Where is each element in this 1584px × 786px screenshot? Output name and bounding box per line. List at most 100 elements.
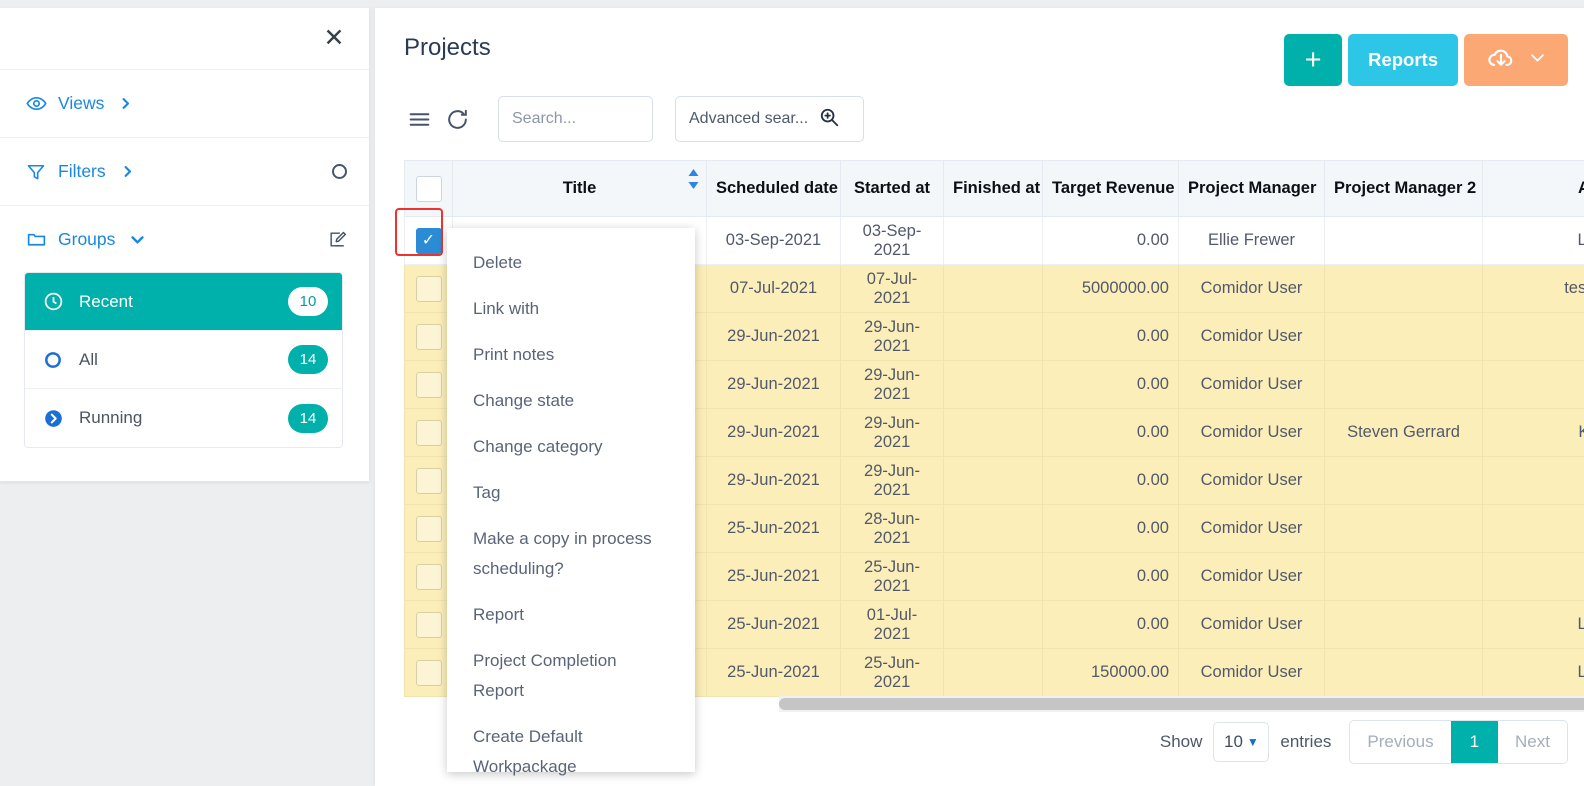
row-ac[interactable]: Ko	[1482, 408, 1584, 457]
row-select-cell[interactable]	[404, 360, 463, 409]
row-select-cell[interactable]	[404, 408, 463, 457]
previous-page-button[interactable]: Previous	[1350, 721, 1450, 763]
column-label: Title	[562, 179, 597, 197]
sidebar-section-filters[interactable]: Filters	[0, 138, 369, 206]
row-checkbox[interactable]	[415, 275, 442, 302]
circle-icon	[332, 164, 347, 179]
close-icon[interactable]: ✕	[321, 26, 347, 52]
row-select-cell[interactable]	[404, 552, 463, 601]
row-checkbox[interactable]	[415, 515, 442, 542]
row-project-manager-2	[1324, 360, 1483, 409]
row-project-manager-2	[1324, 600, 1483, 649]
sidebar-item-label: All	[79, 349, 98, 369]
select-all-checkbox[interactable]	[415, 175, 442, 202]
chevron-right-icon[interactable]	[118, 96, 133, 111]
row-select-cell[interactable]	[404, 312, 463, 361]
edit-groups-button[interactable]	[328, 230, 347, 249]
export-button[interactable]	[1464, 34, 1568, 86]
context-menu-item[interactable]: Make a copy in process scheduling?	[447, 516, 695, 592]
column-header-project-manager-2[interactable]: Project Manager 2	[1324, 160, 1483, 217]
row-project-manager-2	[1324, 648, 1483, 697]
row-scheduled-date: 29-Jun-2021	[706, 456, 841, 505]
horizontal-scrollbar[interactable]	[779, 696, 1584, 712]
row-select-cell[interactable]	[404, 264, 463, 313]
row-ac[interactable]: Lla	[1482, 600, 1584, 649]
context-menu-item[interactable]: Change category	[447, 424, 695, 470]
row-project-manager-2	[1324, 216, 1483, 265]
row-select-cell[interactable]	[404, 504, 463, 553]
row-checkbox[interactable]	[415, 371, 442, 398]
add-button[interactable]: +	[1284, 34, 1343, 86]
page-1-button[interactable]: 1	[1450, 721, 1499, 763]
column-header-ac[interactable]: Ac	[1482, 160, 1584, 217]
column-header-finished-at[interactable]: Finished at	[943, 160, 1043, 217]
count-badge: 10	[288, 287, 328, 316]
row-ac[interactable]	[1482, 552, 1584, 601]
search-box[interactable]	[498, 96, 740, 142]
row-ac[interactable]	[1482, 360, 1584, 409]
column-header-scheduled-date[interactable]: Scheduled date	[706, 160, 841, 217]
row-scheduled-date: 25-Jun-2021	[706, 648, 841, 697]
context-menu-item[interactable]: Delete	[447, 240, 695, 286]
row-project-manager-2: Steven Gerrard	[1324, 408, 1483, 457]
sidebar-item-recent[interactable]: Recent 10	[25, 273, 342, 331]
advanced-search-button[interactable]: Advanced sear...	[675, 96, 865, 142]
row-target-revenue: 0.00	[1042, 552, 1179, 601]
row-checkbox[interactable]	[415, 611, 442, 638]
row-checkbox[interactable]: ✓	[415, 227, 442, 254]
context-menu-item[interactable]: Print notes	[447, 332, 695, 378]
column-header-project-manager[interactable]: Project Manager	[1178, 160, 1325, 217]
column-header-select-all[interactable]	[404, 160, 453, 217]
row-target-revenue: 0.00	[1042, 600, 1179, 649]
chevron-down-icon[interactable]	[129, 231, 146, 248]
refresh-icon[interactable]	[442, 104, 472, 134]
row-ac[interactable]: Lla	[1482, 648, 1584, 697]
sidebar-section-label: Groups	[58, 228, 116, 249]
row-checkbox[interactable]	[415, 659, 442, 686]
page-title: Projects	[404, 34, 491, 61]
row-select-cell[interactable]	[404, 648, 463, 697]
column-header-target-revenue[interactable]: Target Revenue	[1042, 160, 1179, 217]
next-page-button[interactable]: Next	[1498, 721, 1567, 763]
sidebar-item-running[interactable]: Running 14	[25, 389, 342, 447]
row-ac[interactable]	[1482, 312, 1584, 361]
row-select-cell[interactable]	[404, 456, 463, 505]
row-project-manager: Ellie Frewer	[1178, 216, 1325, 265]
row-target-revenue: 0.00	[1042, 456, 1179, 505]
row-target-revenue: 150000.00	[1042, 648, 1179, 697]
sort-icon[interactable]	[687, 168, 700, 190]
row-select-cell[interactable]: ✓	[404, 216, 463, 265]
table-header-row: Title Scheduled date Started at Finished…	[404, 160, 1584, 217]
zoom-in-icon	[818, 106, 840, 133]
entries-per-page-select[interactable]: 10 ▼	[1213, 722, 1270, 762]
row-select-cell[interactable]	[404, 600, 463, 649]
row-ac[interactable]: test ac	[1482, 264, 1584, 313]
row-finished-at	[943, 312, 1043, 361]
sidebar-section-views[interactable]: Views	[0, 70, 369, 138]
scrollbar-thumb[interactable]	[779, 698, 1584, 710]
context-menu-item[interactable]: Change state	[447, 378, 695, 424]
context-menu-item[interactable]: Project Completion Report	[447, 638, 695, 714]
row-checkbox[interactable]	[415, 323, 442, 350]
row-project-manager: Comidor User	[1178, 360, 1325, 409]
context-menu-item[interactable]: Tag	[447, 470, 695, 516]
context-menu-item[interactable]: Create Default Workpackage	[447, 714, 695, 786]
hamburger-icon[interactable]	[404, 104, 434, 134]
sidebar-item-all[interactable]: All 14	[25, 331, 342, 389]
row-finished-at	[943, 552, 1043, 601]
row-ac[interactable]	[1482, 504, 1584, 553]
filters-status-icon[interactable]	[332, 164, 347, 179]
row-checkbox[interactable]	[415, 563, 442, 590]
sidebar-section-groups[interactable]: Groups	[0, 206, 369, 272]
context-menu-item[interactable]: Link with	[447, 286, 695, 332]
context-menu-item[interactable]: Report	[447, 592, 695, 638]
column-header-title[interactable]: Title	[452, 160, 707, 217]
row-checkbox[interactable]	[415, 419, 442, 446]
column-header-started-at[interactable]: Started at	[840, 160, 944, 217]
row-checkbox[interactable]	[415, 467, 442, 494]
reports-button[interactable]: Reports	[1348, 34, 1458, 86]
row-started-at: 25-Jun-2021	[840, 552, 944, 601]
row-ac[interactable]	[1482, 456, 1584, 505]
row-ac[interactable]: Lla	[1482, 216, 1584, 265]
chevron-right-icon[interactable]	[120, 164, 135, 179]
